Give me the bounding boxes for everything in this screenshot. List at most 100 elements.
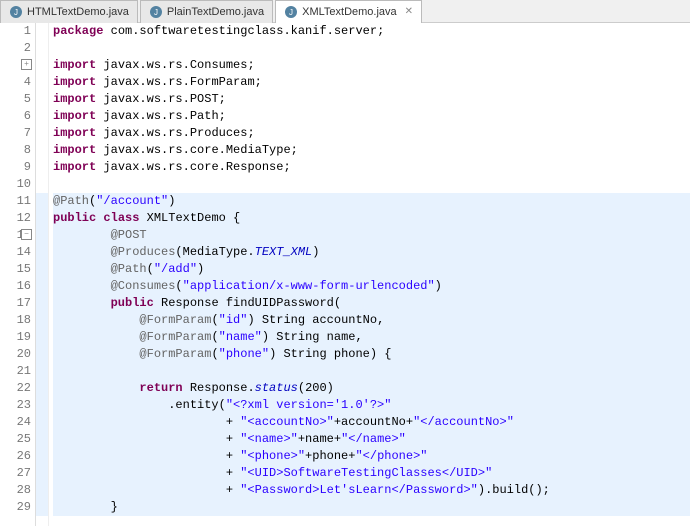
token-str: "</name>" xyxy=(341,432,406,446)
token-plain xyxy=(53,296,111,310)
code-line[interactable]: @Path("/account") xyxy=(53,193,690,210)
ruler-mark xyxy=(36,295,48,312)
ruler-mark xyxy=(36,159,48,176)
token-plain: ) xyxy=(312,245,319,259)
line-number: 11 xyxy=(0,193,31,210)
line-number: 16 xyxy=(0,278,31,295)
token-plain: ( xyxy=(147,262,154,276)
ruler-mark xyxy=(36,499,48,516)
editor: 123+45678910111213−141516171819202122232… xyxy=(0,23,690,526)
token-str: "<phone>" xyxy=(240,449,305,463)
line-number: 4 xyxy=(0,74,31,91)
token-kw: import xyxy=(53,126,96,140)
code-line[interactable]: import javax.ws.rs.Path; xyxy=(53,108,690,125)
editor-tab-2[interactable]: J XMLTextDemo.java ✕ xyxy=(275,0,422,23)
code-line[interactable]: @Produces(MediaType.TEXT_XML) xyxy=(53,244,690,261)
token-plain: (MediaType. xyxy=(175,245,254,259)
code-line[interactable]: @POST xyxy=(53,227,690,244)
token-str: "id" xyxy=(219,313,248,327)
token-plain: com.softwaretestingclass.kanif.server; xyxy=(103,24,384,38)
token-plain: ( xyxy=(211,330,218,344)
line-number: 8 xyxy=(0,142,31,159)
code-line[interactable] xyxy=(53,40,690,57)
line-number: 6 xyxy=(0,108,31,125)
ruler-mark xyxy=(36,244,48,261)
ruler-mark xyxy=(36,397,48,414)
line-number: 29 xyxy=(0,499,31,516)
token-str: "/account" xyxy=(96,194,168,208)
ruler-mark xyxy=(36,380,48,397)
code-line[interactable]: import javax.ws.rs.Consumes; xyxy=(53,57,690,74)
token-plain: javax.ws.rs.Produces; xyxy=(96,126,254,140)
line-number: 18 xyxy=(0,312,31,329)
close-icon[interactable]: ✕ xyxy=(405,6,413,17)
token-it: TEXT_XML xyxy=(255,245,313,259)
code-line[interactable]: import javax.ws.rs.core.MediaType; xyxy=(53,142,690,159)
token-plain xyxy=(53,228,111,242)
code-line[interactable]: import javax.ws.rs.Produces; xyxy=(53,125,690,142)
token-ann: @POST xyxy=(111,228,147,242)
token-plain xyxy=(53,245,111,259)
code-line[interactable]: @Consumes("application/x-www-form-urlenc… xyxy=(53,278,690,295)
ruler-mark xyxy=(36,91,48,108)
code-area[interactable]: package com.softwaretestingclass.kanif.s… xyxy=(49,23,690,526)
java-file-icon: J xyxy=(284,5,298,19)
fold-toggle-icon[interactable]: − xyxy=(21,229,32,240)
code-line[interactable]: import javax.ws.rs.POST; xyxy=(53,91,690,108)
token-ann: @Produces xyxy=(111,245,176,259)
line-number: 14 xyxy=(0,244,31,261)
token-plain: +name+ xyxy=(298,432,341,446)
code-line[interactable]: + "<Password>Let'sLearn</Password>").bui… xyxy=(53,482,690,499)
token-plain xyxy=(53,330,139,344)
code-line[interactable]: + "<phone>"+phone+"</phone>" xyxy=(53,448,690,465)
token-plain: + xyxy=(53,466,240,480)
code-line[interactable]: @FormParam("name") String name, xyxy=(53,329,690,346)
code-line[interactable]: public Response findUIDPassword( xyxy=(53,295,690,312)
code-line[interactable]: return Response.status(200) xyxy=(53,380,690,397)
line-number: 5 xyxy=(0,91,31,108)
token-str: "name" xyxy=(219,330,262,344)
code-line[interactable]: .entity("<?xml version='1.0'?>" xyxy=(53,397,690,414)
token-plain: javax.ws.rs.core.Response; xyxy=(96,160,290,174)
code-line[interactable]: package com.softwaretestingclass.kanif.s… xyxy=(53,23,690,40)
code-line[interactable]: } xyxy=(53,499,690,516)
editor-tab-1[interactable]: JPlainTextDemo.java xyxy=(140,0,273,23)
line-number: 27 xyxy=(0,465,31,482)
token-kw: class xyxy=(103,211,139,225)
token-plain: ) String name, xyxy=(262,330,363,344)
code-line[interactable]: + "<UID>SoftwareTestingClasses</UID>" xyxy=(53,465,690,482)
code-line[interactable]: import javax.ws.rs.FormParam; xyxy=(53,74,690,91)
line-number: 23 xyxy=(0,397,31,414)
token-plain: (200) xyxy=(298,381,334,395)
token-kw: import xyxy=(53,92,96,106)
token-plain: + xyxy=(53,415,240,429)
line-number: 12 xyxy=(0,210,31,227)
code-line[interactable] xyxy=(53,176,690,193)
code-line[interactable]: public class XMLTextDemo { xyxy=(53,210,690,227)
code-line[interactable]: @Path("/add") xyxy=(53,261,690,278)
line-number: 21 xyxy=(0,363,31,380)
code-line[interactable]: @FormParam("phone") String phone) { xyxy=(53,346,690,363)
code-line[interactable]: import javax.ws.rs.core.Response; xyxy=(53,159,690,176)
token-plain: ) xyxy=(197,262,204,276)
tab-label: XMLTextDemo.java xyxy=(302,6,397,18)
ruler-mark xyxy=(36,431,48,448)
tab-bar: JHTMLTextDemo.javaJPlainTextDemo.java J XM… xyxy=(0,0,690,23)
code-line[interactable]: + "<name>"+name+"</name>" xyxy=(53,431,690,448)
line-number: 9 xyxy=(0,159,31,176)
token-str: "<?xml version='1.0'?>" xyxy=(226,398,392,412)
code-line[interactable] xyxy=(53,363,690,380)
token-it: status xyxy=(255,381,298,395)
token-plain: ) xyxy=(168,194,175,208)
code-line[interactable]: @FormParam("id") String accountNo, xyxy=(53,312,690,329)
token-ann: @Consumes xyxy=(111,279,176,293)
fold-toggle-icon[interactable]: + xyxy=(21,59,32,70)
token-str: "<accountNo>" xyxy=(240,415,334,429)
ruler-mark xyxy=(36,261,48,278)
token-plain: javax.ws.rs.Consumes; xyxy=(96,58,254,72)
ruler-mark xyxy=(36,346,48,363)
editor-tab-0[interactable]: JHTMLTextDemo.java xyxy=(0,0,138,23)
token-str: "</accountNo>" xyxy=(413,415,514,429)
overview-ruler xyxy=(36,23,49,526)
code-line[interactable]: + "<accountNo>"+accountNo+"</accountNo>" xyxy=(53,414,690,431)
